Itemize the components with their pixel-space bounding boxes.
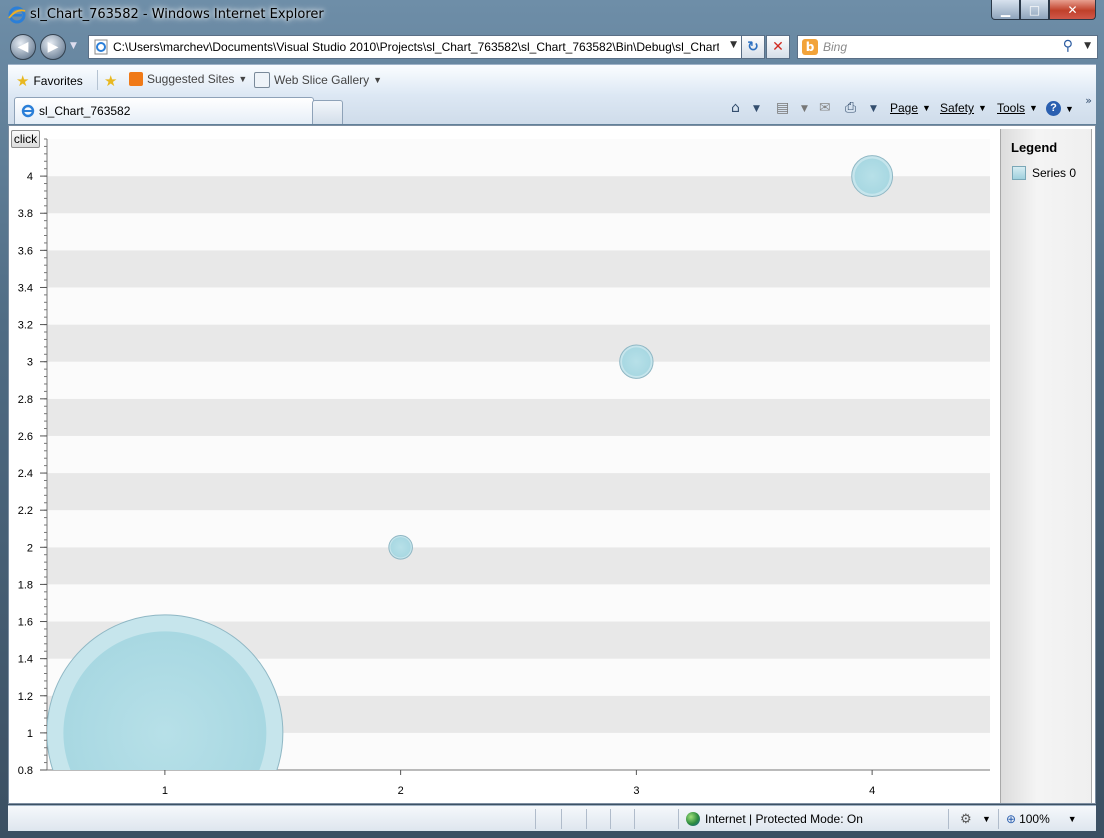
tools-menu-dropdown-icon: ▼ [1029,103,1038,113]
grid-band [47,250,990,288]
window-controls: ▁ □ ✕ [991,0,1096,20]
more-commands-chevron-icon[interactable]: » [1085,94,1092,107]
x-tick-label: 3 [633,785,639,797]
minimize-icon: ▁ [1000,2,1011,17]
legend-swatch-series-0 [1012,166,1026,180]
bubble-point-inner [390,537,411,558]
bubble-point-inner [854,158,890,194]
grid-band [47,139,990,177]
help-dropdown-icon: ▼ [1065,103,1074,114]
click-button[interactable]: click [11,130,40,148]
bubble-point-inner [622,347,651,377]
grid-band [47,213,990,251]
popup-dropdown-icon[interactable]: ▼ [982,814,991,824]
y-tick-label: 4 [27,171,33,183]
status-separator [998,809,999,829]
grid-band [47,398,990,436]
legend-label-series-0: Series 0 [1032,166,1077,180]
search-options-dropdown-icon[interactable]: ▼ [1084,41,1091,51]
y-tick-label: 2 [27,542,33,554]
grid-band [47,547,990,585]
help-icon: ? [1046,101,1061,116]
grid-band [47,176,990,214]
grid-band [47,287,990,325]
y-tick-label: 1 [27,728,33,740]
tools-menu-label: Tools [997,101,1026,115]
grid-band [47,510,990,548]
legend-title: Legend [1011,140,1058,155]
search-magnifier-icon[interactable]: ⚲ [1063,38,1073,54]
y-tick-label: 1.6 [18,617,33,629]
browser-window: sl_Chart_763582 - Windows Internet Explo… [0,0,1104,838]
grid-band [47,584,990,622]
popup-blocker-icon[interactable]: ⚙ [960,811,972,827]
grid-band [47,361,990,399]
tools-menu[interactable]: Tools ▼ [997,101,1038,115]
y-tick-label: 0.8 [18,765,33,777]
y-tick-label: 1.4 [18,654,33,666]
zoom-dropdown-icon: ▼ [1067,814,1077,824]
close-button[interactable]: ✕ [1049,0,1096,20]
y-tick-label: 3.6 [18,245,33,257]
maximize-button[interactable]: □ [1020,0,1049,20]
grid-band [47,435,990,474]
y-tick-label: 2.2 [18,505,33,517]
help-menu[interactable]: ? ▼ [1046,101,1074,116]
status-separator [610,809,611,829]
y-tick-label: 3 [27,357,33,369]
internet-globe-icon [686,812,700,826]
zoom-level: 100% [1019,812,1050,826]
status-bar: Internet | Protected Mode: On ⚙ ▼ ⊕ 100%… [8,805,1096,832]
security-zone-text: Internet | Protected Mode: On [705,812,863,826]
status-separator [634,809,635,829]
bubble-chart: 0.8 1 1.2 1.4 1.6 1.8 2 2.2 2.4 2.6 2.8 3 3.2 3.4 3.6 3… [18,138,990,797]
y-tick-label: 3.8 [18,208,33,220]
zoom-magnifier-icon: ⊕ [1006,812,1017,826]
chart-legend: Legend Series 0 [1000,129,1092,803]
y-tick-label: 1.8 [18,579,33,591]
y-tick-label: 3.2 [18,320,33,332]
y-tick-label: 2.4 [18,468,33,480]
y-tick-label: 2.8 [18,394,33,406]
status-separator [535,809,536,829]
close-icon: ✕ [1067,2,1078,17]
x-tick-label: 1 [162,785,168,797]
status-separator [561,809,562,829]
status-separator [586,809,587,829]
security-zone[interactable]: Internet | Protected Mode: On [686,812,863,826]
status-separator [948,809,949,829]
grid-band [47,473,990,511]
status-separator [678,809,679,829]
x-tick-label: 2 [398,785,404,797]
grid-band [47,324,990,362]
zoom-control[interactable]: ⊕ 100% ▼ [1006,812,1077,826]
y-tick-label: 1.2 [18,691,33,703]
x-tick-label: 4 [869,785,875,797]
y-tick-label: 3.4 [18,282,33,294]
maximize-icon: □ [1028,2,1041,17]
y-tick-label: 2.6 [18,431,33,443]
window-bottom-frame [0,831,1104,838]
